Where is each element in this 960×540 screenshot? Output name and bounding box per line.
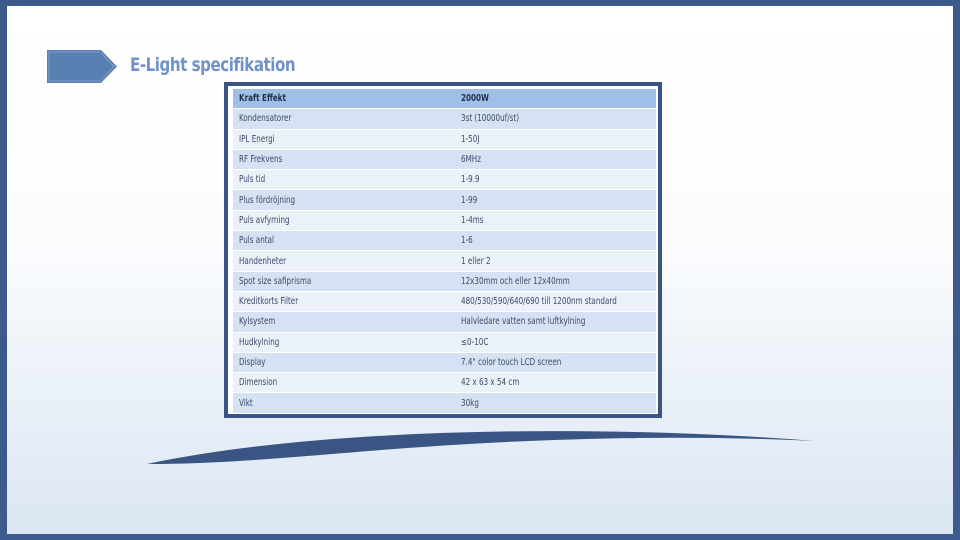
spec-value-cell: 1-6: [455, 230, 656, 252]
spec-label: Kylsystem: [239, 316, 276, 328]
spec-value: 7.4" color touch LCD screen: [461, 357, 562, 368]
table-row: Display 7.4" color touch LCD screen: [233, 352, 656, 374]
spec-value: 1-99: [461, 194, 478, 206]
spec-label-cell: Puls tid: [233, 169, 455, 191]
spec-label-cell: Spot size safiprisma: [233, 271, 455, 292]
spec-value: Halvledare vatten samt luftkylning: [461, 316, 586, 328]
table-row: Puls avfyrning 1-4ms: [233, 210, 656, 232]
spec-label: Hudkylning: [239, 336, 280, 348]
spec-label: Puls avfyrning: [239, 214, 290, 226]
spec-value-cell: 1-9.9: [455, 169, 656, 191]
spec-value: 1-50J: [461, 133, 480, 145]
spec-label: Kraft Effekt: [239, 93, 286, 105]
table-row: Plus fördröjning 1-99: [233, 189, 656, 211]
spec-value: 12x30mm och eller 12x40mm: [461, 275, 570, 287]
table-row: Kondensatorer 3st (10000uf/st): [233, 108, 656, 130]
spec-label: Vikt: [239, 397, 253, 409]
spec-value-cell: 2000W: [455, 89, 656, 110]
spec-value: 1-9.9: [461, 174, 480, 186]
spec-label: Dimension: [239, 377, 278, 389]
spec-label-cell: Plus fördröjning: [233, 189, 455, 211]
page-title: E-Light specifikation: [130, 54, 296, 76]
spec-value-cell: 3st (10000uf/st): [455, 108, 656, 130]
spec-label-cell: Dimension: [233, 372, 455, 394]
table-row: Vikt 30kg: [233, 392, 656, 414]
spec-value-cell: 30kg: [455, 392, 656, 414]
spec-label: Display: [239, 357, 266, 368]
spec-label: Spot size safiprisma: [239, 275, 312, 287]
table-row: Kylsystem Halvledare vatten samt luftkyln…: [233, 311, 656, 333]
spec-label-cell: Puls avfyrning: [233, 210, 455, 232]
spec-value-cell: ≤0-10C: [455, 332, 656, 353]
spec-value: 30kg: [461, 397, 479, 409]
spec-value: 3st (10000uf/st): [461, 113, 520, 125]
table-row: RF Frekvens 6MHz: [233, 149, 656, 171]
spec-value: 480/530/590/640/690 till 1200nm standard: [461, 296, 617, 308]
table-row: Spot size safiprisma 12x30mm och eller 12…: [233, 271, 656, 292]
spec-label-cell: Hudkylning: [233, 332, 455, 353]
spec-table-frame: Kraft Effekt 2000W Kondensatorer 3st (10000…: [224, 82, 662, 418]
spec-value: 42 x 63 x 54 cm: [461, 377, 520, 389]
table-row: Kreditkorts Filter 480/530/590/640/690 ti…: [233, 291, 656, 313]
spec-label-cell: Kylsystem: [233, 311, 455, 333]
spec-value-cell: 1 eller 2: [455, 250, 656, 272]
spec-value-cell: 42 x 63 x 54 cm: [455, 372, 656, 394]
spec-label-cell: Handenheter: [233, 250, 455, 272]
spec-value-cell: 1-50J: [455, 129, 656, 150]
spec-label-cell: Kraft Effekt: [233, 89, 455, 110]
spec-table-body: Kraft Effekt 2000W Kondensatorer 3st (10000…: [233, 89, 656, 414]
spec-value: ≤0-10C: [461, 336, 489, 348]
arrow-right-icon: [47, 50, 117, 83]
spec-label-cell: IPL Energi: [233, 129, 455, 150]
spec-label: Puls antal: [239, 235, 274, 247]
spec-label-cell: Kondensatorer: [233, 108, 455, 130]
table-row: Hudkylning ≤0-10C: [233, 332, 656, 353]
spec-label: Kreditkorts Filter: [239, 296, 299, 308]
spec-value-cell: 480/530/590/640/690 till 1200nm standard: [455, 291, 656, 313]
table-row: IPL Energi 1-50J: [233, 129, 656, 150]
spec-label: RF Frekvens: [239, 154, 283, 166]
table-row: Puls antal 1-6: [233, 230, 656, 252]
spec-label: Kondensatorer: [239, 113, 292, 125]
spec-value-cell: 1-4ms: [455, 210, 656, 232]
spec-label-cell: Puls antal: [233, 230, 455, 252]
spec-value: 1-4ms: [461, 214, 484, 226]
table-row: Puls tid 1-9.9: [233, 169, 656, 191]
spec-label-cell: Display: [233, 352, 455, 374]
spec-value: 1-6: [461, 235, 473, 247]
spec-label-cell: Vikt: [233, 392, 455, 414]
spec-label: Plus fördröjning: [239, 194, 296, 206]
spec-value-cell: 6MHz: [455, 149, 656, 171]
spec-label: Handenheter: [239, 255, 287, 267]
spec-value-cell: 12x30mm och eller 12x40mm: [455, 271, 656, 292]
table-row: Dimension 42 x 63 x 54 cm: [233, 372, 656, 394]
spec-value: 6MHz: [461, 154, 481, 166]
spec-label-cell: Kreditkorts Filter: [233, 291, 455, 313]
spec-value: 1 eller 2: [461, 255, 491, 267]
table-header-row: Kraft Effekt 2000W: [233, 89, 656, 110]
spec-value-cell: 7.4" color touch LCD screen: [455, 352, 656, 374]
spec-value-cell: 1-99: [455, 189, 656, 211]
swoosh-shape: [147, 431, 815, 464]
spec-value-cell: Halvledare vatten samt luftkylning: [455, 311, 656, 333]
spec-label: Puls tid: [239, 174, 266, 186]
table-row: Handenheter 1 eller 2: [233, 250, 656, 272]
spec-table: Kraft Effekt 2000W Kondensatorer 3st (10000…: [233, 89, 656, 414]
spec-label: IPL Energi: [239, 133, 275, 145]
spec-label-cell: RF Frekvens: [233, 149, 455, 171]
spec-value: 2000W: [461, 93, 489, 105]
